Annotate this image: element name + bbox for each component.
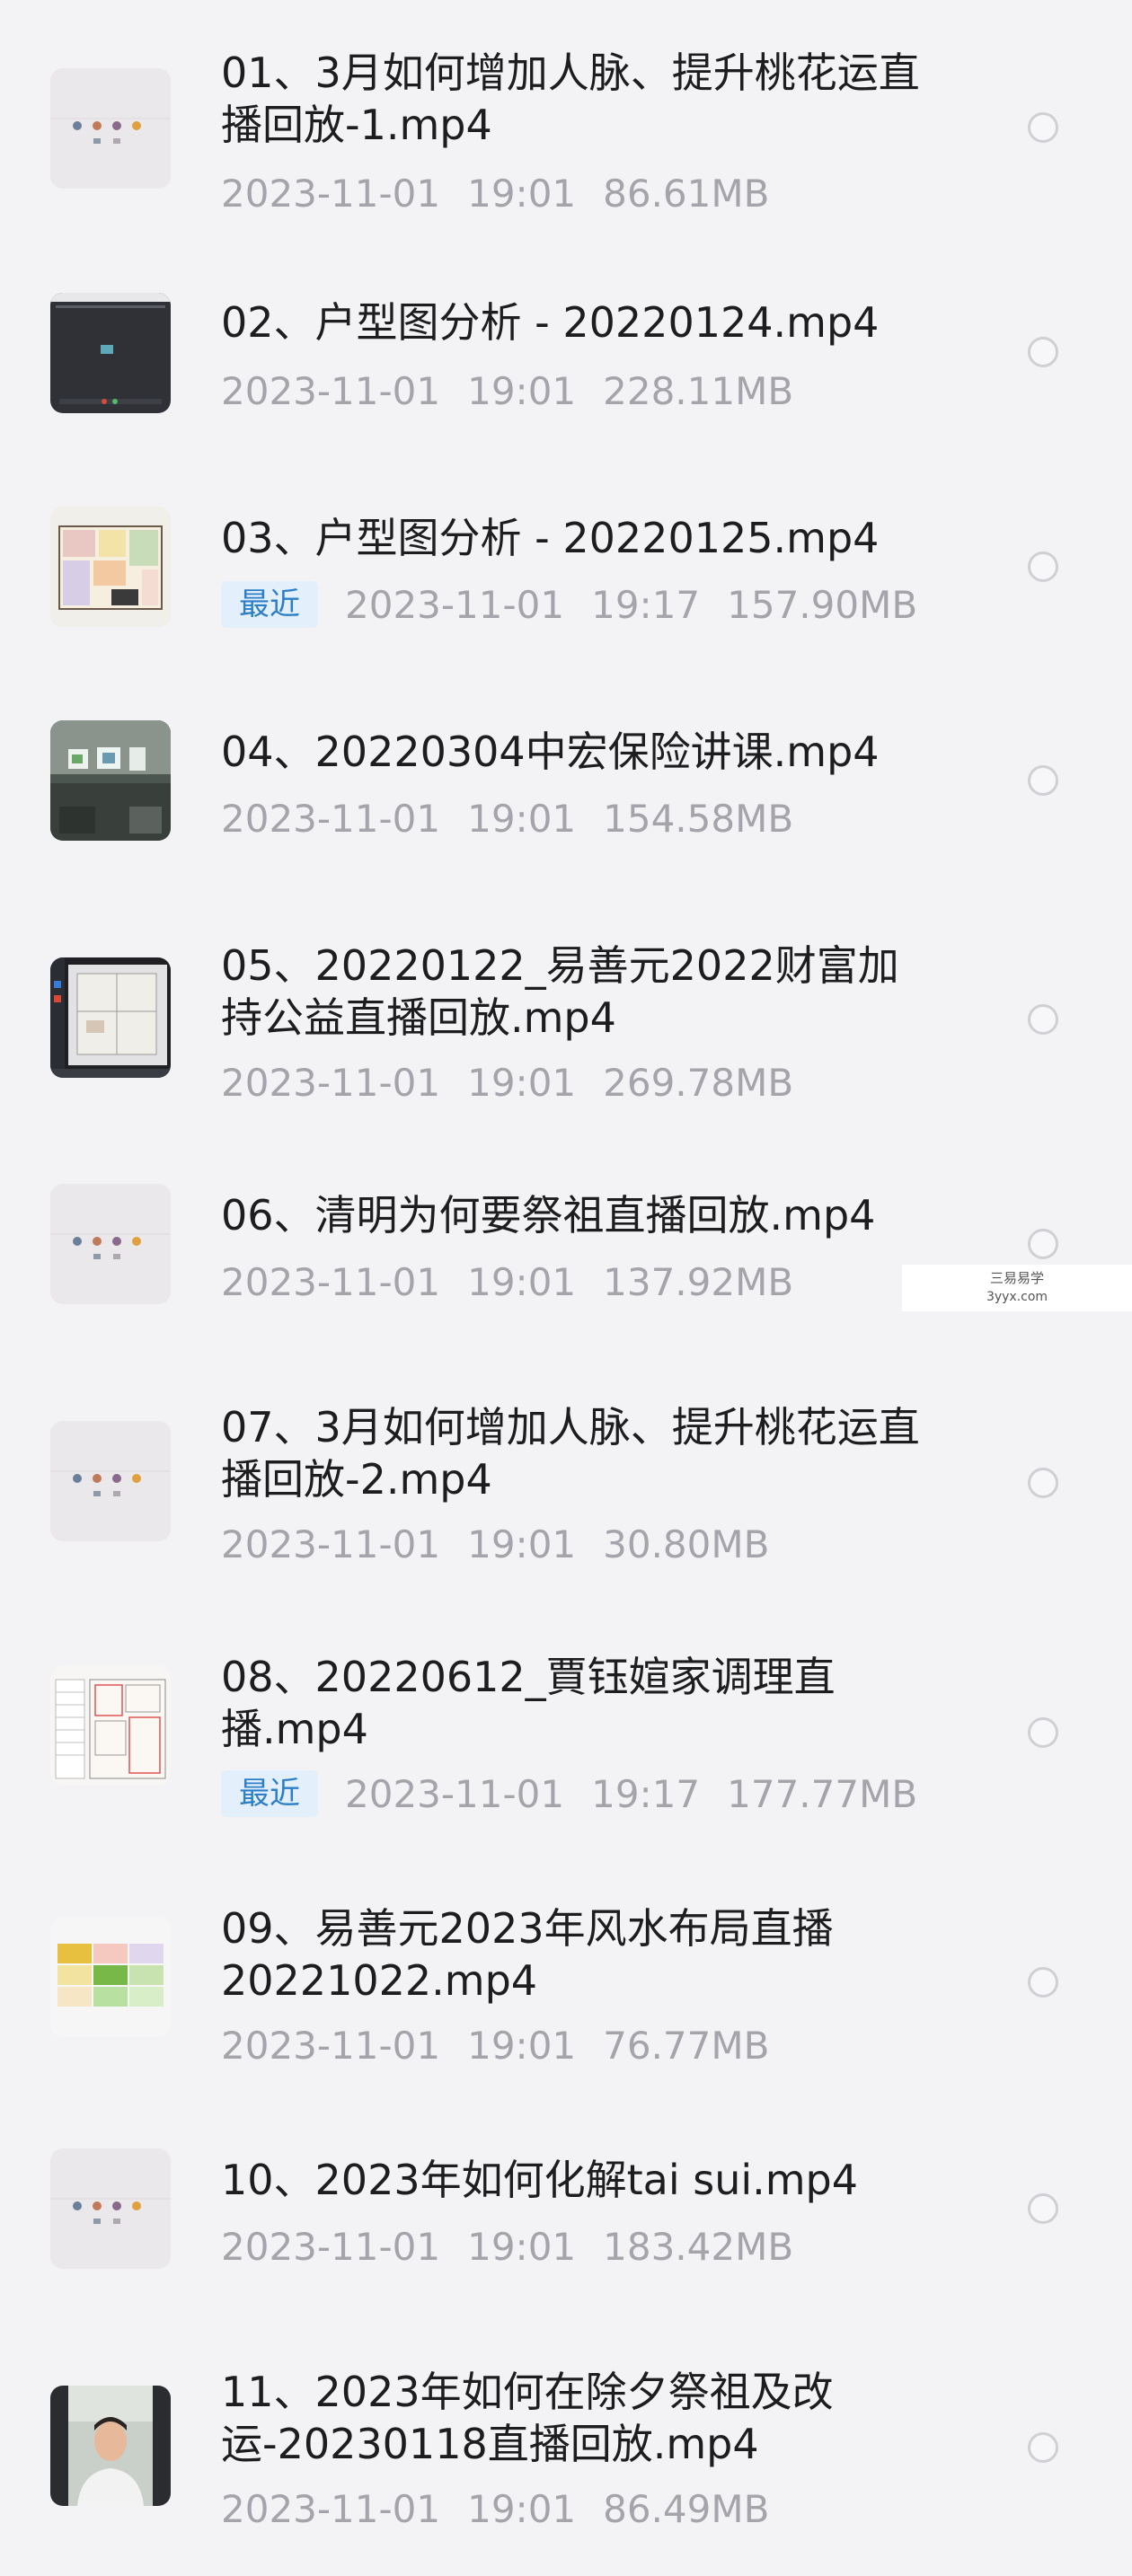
- dots-icon: [50, 2148, 171, 2269]
- file-name: 10、2023年如何化解tai sui.mp4: [221, 2156, 859, 2204]
- file-time: 19:01: [467, 1260, 577, 1304]
- dots-icon: [50, 1184, 171, 1304]
- file-meta: 2023-11-01 19:01 86.49MB: [221, 2483, 796, 2536]
- select-radio[interactable]: [1028, 1717, 1058, 1748]
- file-time: 19:01: [467, 797, 577, 841]
- select-radio[interactable]: [1028, 1468, 1058, 1498]
- screenshare-icon: [50, 957, 171, 1078]
- file-time: 19:01: [467, 172, 577, 216]
- select-radio[interactable]: [1028, 1967, 1058, 1998]
- file-size: 137.92MB: [603, 1260, 794, 1304]
- select-radio[interactable]: [1028, 2432, 1058, 2463]
- file-name: 08、20220612_賈钰媗家调理直 播.mp4: [221, 1653, 836, 1753]
- file-meta: 2023-11-01 19:01 137.92MB: [221, 1256, 820, 1310]
- file-size: 76.77MB: [603, 2024, 770, 2068]
- file-time: 19:17: [591, 1772, 701, 1816]
- file-size: 269.78MB: [603, 1061, 794, 1105]
- file-date: 2023-11-01: [221, 2024, 441, 2068]
- file-date: 2023-11-01: [221, 2487, 441, 2531]
- file-size: 86.61MB: [603, 172, 770, 216]
- file-size: 30.80MB: [603, 1522, 770, 1566]
- file-meta: 2023-11-01 19:01 86.61MB: [221, 167, 796, 221]
- file-size: 86.49MB: [603, 2487, 770, 2531]
- file-time: 19:01: [467, 369, 577, 413]
- recent-badge: 最近: [221, 580, 318, 628]
- file-size: 157.90MB: [727, 583, 918, 627]
- person-video-icon: [50, 2386, 171, 2506]
- file-name: 05、20220122_易善元2022财富加 持公益直播回放.mp4: [221, 941, 899, 1042]
- file-meta: 2023-11-01 19:01 228.11MB: [221, 365, 820, 419]
- file-date: 2023-11-01: [221, 369, 441, 413]
- watermark-url: 3yyx.com: [986, 1290, 1048, 1304]
- floorplan-icon: [50, 507, 171, 627]
- file-name: 11、2023年如何在除夕祭祖及改 运-20230118直播回放.mp4: [221, 2368, 834, 2468]
- file-meta: 2023-11-01 19:01 76.77MB: [221, 2019, 796, 2073]
- select-radio[interactable]: [1028, 765, 1058, 796]
- watermark: 三易易学 3yyx.com: [902, 1265, 1132, 1311]
- file-name: 07、3月如何增加人脉、提升桃花运直 播回放-2.mp4: [221, 1403, 920, 1504]
- dots-icon: [50, 1421, 171, 1541]
- file-meta: 2023-11-01 19:01 183.42MB: [221, 2220, 820, 2274]
- file-size: 177.77MB: [727, 1772, 918, 1816]
- select-radio[interactable]: [1028, 112, 1058, 143]
- select-radio[interactable]: [1028, 551, 1058, 582]
- grid-chart-icon: [50, 1917, 171, 2037]
- file-time: 19:01: [467, 2225, 577, 2269]
- dots-icon: [50, 68, 171, 189]
- blueprint-icon: [50, 1665, 171, 1786]
- file-meta: 最近 2023-11-01 19:17 177.77MB: [221, 1768, 944, 1822]
- watermark-name: 三易易学: [989, 1270, 1044, 1286]
- select-radio[interactable]: [1028, 337, 1058, 367]
- select-radio[interactable]: [1028, 2193, 1058, 2224]
- file-date: 2023-11-01: [221, 172, 441, 216]
- file-size: 228.11MB: [603, 369, 794, 413]
- file-date: 2023-11-01: [221, 1061, 441, 1105]
- file-date: 2023-11-01: [221, 2225, 441, 2269]
- file-name: 09、易善元2023年风水布局直播 20221022.mp4: [221, 1904, 834, 2005]
- file-date: 2023-11-01: [345, 583, 565, 627]
- file-meta: 2023-11-01 19:01 30.80MB: [221, 1518, 796, 1572]
- screen-dark-icon: [50, 293, 171, 413]
- file-size: 183.42MB: [603, 2225, 794, 2269]
- recent-badge: 最近: [221, 1769, 318, 1817]
- file-time: 19:17: [591, 583, 701, 627]
- file-time: 19:01: [467, 1061, 577, 1105]
- room-icon: [50, 720, 171, 841]
- file-date: 2023-11-01: [221, 797, 441, 841]
- file-time: 19:01: [467, 2024, 577, 2068]
- file-name: 04、20220304中宏保险讲课.mp4: [221, 728, 880, 776]
- file-name: 03、户型图分析 - 20220125.mp4: [221, 514, 880, 562]
- file-date: 2023-11-01: [221, 1522, 441, 1566]
- file-name: 06、清明为何要祭祖直播回放.mp4: [221, 1191, 876, 1239]
- file-meta: 最近 2023-11-01 19:17 157.90MB: [221, 578, 944, 632]
- file-time: 19:01: [467, 2487, 577, 2531]
- file-name: 02、户型图分析 - 20220124.mp4: [221, 298, 880, 347]
- file-meta: 2023-11-01 19:01 154.58MB: [221, 792, 820, 846]
- file-time: 19:01: [467, 1522, 577, 1566]
- file-name: 01、3月如何增加人脉、提升桃花运直 播回放-1.mp4: [221, 49, 920, 149]
- select-radio[interactable]: [1028, 1229, 1058, 1259]
- file-date: 2023-11-01: [221, 1260, 441, 1304]
- file-date: 2023-11-01: [345, 1772, 565, 1816]
- select-radio[interactable]: [1028, 1004, 1058, 1035]
- file-size: 154.58MB: [603, 797, 794, 841]
- file-meta: 2023-11-01 19:01 269.78MB: [221, 1056, 820, 1110]
